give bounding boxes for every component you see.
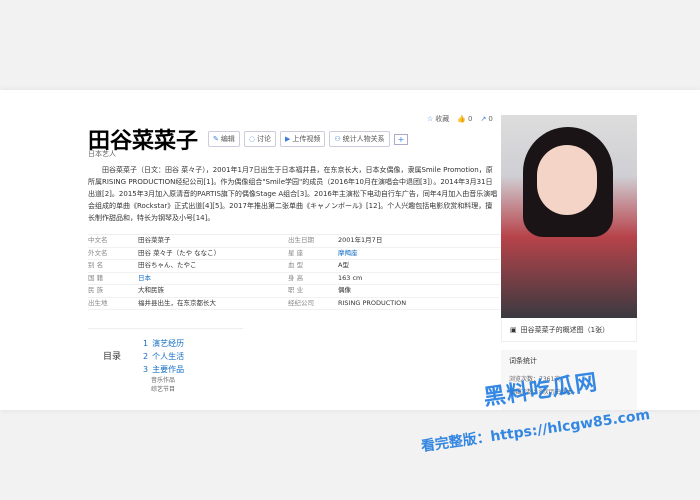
photo-face xyxy=(537,145,597,215)
tag-upload-video[interactable]: ▶ 上传视频 xyxy=(280,131,326,147)
edit-icon: ✎ xyxy=(213,135,219,143)
toc-subitem[interactable]: 音乐作品 xyxy=(143,376,184,385)
collect-button[interactable]: ☆ 收藏 xyxy=(427,114,449,124)
table-of-contents: 目录 1 演艺经历 2 个人生活 3 主要作品 音乐作品 综艺节目 xyxy=(88,328,243,401)
toc-item[interactable]: 1 演艺经历 xyxy=(143,337,184,350)
infobox-row: 出生地 福井县出生，在东京都长大 经纪公司 RISING PRODUCTION xyxy=(88,298,500,310)
discuss-icon: ◌ xyxy=(248,135,255,143)
tag-relations[interactable]: ⚇ 统计人物关系 xyxy=(329,131,390,147)
toc-subitem[interactable]: 综艺节目 xyxy=(143,385,184,394)
toc-item[interactable]: 2 个人生活 xyxy=(143,350,184,363)
relations-icon: ⚇ xyxy=(334,135,341,143)
star-icon: ☆ xyxy=(427,115,434,123)
tag-edit[interactable]: ✎ 编辑 xyxy=(208,131,240,147)
title-row: 田谷菜菜子 ✎ 编辑 ◌ 讨论 ▶ 上传视频 ⚇ 统计人物关系 + xyxy=(88,123,409,155)
tag-discuss[interactable]: ◌ 讨论 xyxy=(243,131,276,147)
nationality-link[interactable]: 日本 xyxy=(138,273,288,285)
infobox-row: 外文名 田谷 菜々子（たや ななこ） 星 座摩羯座 xyxy=(88,248,500,260)
share-icon: ↗ xyxy=(480,115,487,123)
thumb-icon: 👍 xyxy=(457,115,466,123)
profile-photo[interactable] xyxy=(501,115,637,318)
like-button[interactable]: 👍 0 xyxy=(457,114,472,124)
page-actions: ☆ 收藏 👍 0 ↗ 0 xyxy=(427,114,493,124)
zodiac-link[interactable]: 摩羯座 xyxy=(338,248,498,260)
gallery-icon: ▣ xyxy=(510,325,517,334)
watermark-url: 看完整版：https://hlcgw85.com xyxy=(420,407,651,455)
toc-title: 目录 xyxy=(103,352,122,362)
share-button[interactable]: ↗ 0 xyxy=(480,114,492,124)
toc-item[interactable]: 3 主要作品 xyxy=(143,363,184,376)
video-icon: ▶ xyxy=(285,135,291,143)
toc-list: 1 演艺经历 2 个人生活 3 主要作品 音乐作品 综艺节目 xyxy=(143,337,184,394)
infobox-row: 别 名田谷ちゃん、たやこ 血 型 A型 xyxy=(88,260,500,273)
infobox-row: 中文名 田谷菜菜子 出生日期 2001年1月7日 xyxy=(88,235,500,248)
infobox-row: 国 籍日本 身 高 163 cm xyxy=(88,273,500,285)
summary-paragraph: 田谷菜菜子（日文：田谷 菜々子），2001年1月7日出生于日本福井县，在东京长大… xyxy=(88,166,498,222)
photo-caption[interactable]: ▣ 田谷菜菜子的概述图（1张） xyxy=(501,318,637,342)
add-icon[interactable]: + xyxy=(393,133,409,145)
infobox-row: 民 族大和民族 职 业偶像 xyxy=(88,285,500,298)
page-subtitle: 日本艺人 xyxy=(88,150,116,158)
infobox: 中文名 田谷菜菜子 出生日期 2001年1月7日 外文名 田谷 菜々子（たや ななこ）… xyxy=(88,234,500,310)
